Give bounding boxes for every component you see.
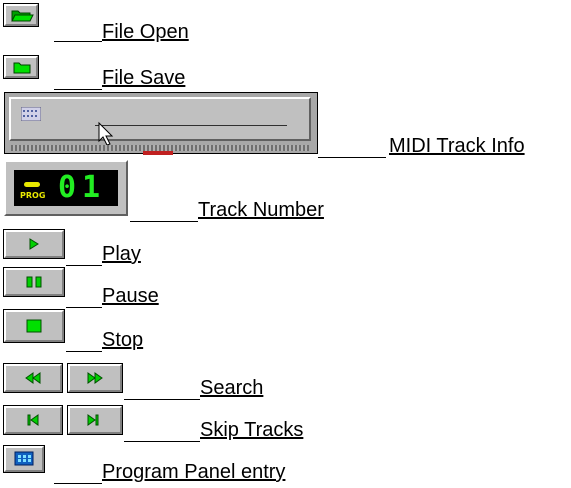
skip-forward-icon bbox=[87, 414, 99, 426]
rewind-icon bbox=[25, 372, 41, 384]
lcd-digits: 01 bbox=[58, 170, 107, 205]
skip-tracks-label[interactable]: Skip Tracks bbox=[200, 419, 303, 441]
slider-marker bbox=[143, 151, 173, 155]
track-number-display: PROG 01 bbox=[4, 160, 128, 216]
search-row: Search bbox=[0, 362, 571, 402]
leader-line bbox=[54, 41, 102, 42]
folder-icon bbox=[13, 62, 31, 74]
stop-icon bbox=[26, 319, 42, 333]
file-save-button[interactable] bbox=[3, 55, 39, 79]
skip-tracks-row: Skip Tracks bbox=[0, 404, 571, 444]
mouse-cursor-icon bbox=[98, 121, 114, 146]
file-open-label[interactable]: File Open bbox=[102, 21, 189, 43]
stop-label[interactable]: Stop bbox=[102, 329, 143, 351]
leader-line bbox=[54, 89, 102, 90]
leader-line bbox=[66, 307, 102, 308]
rewind-button[interactable] bbox=[3, 363, 63, 393]
leader-line bbox=[318, 157, 386, 158]
pause-row: Pause bbox=[0, 267, 571, 308]
program-panel-label[interactable]: Program Panel entry bbox=[102, 461, 285, 483]
leader-line bbox=[66, 265, 102, 266]
track-number-row: PROG 01 Track Number bbox=[0, 160, 571, 224]
slider-track[interactable] bbox=[95, 125, 287, 126]
leader-line bbox=[124, 441, 200, 442]
stop-row: Stop bbox=[0, 309, 571, 354]
file-open-button[interactable] bbox=[3, 3, 39, 27]
leader-line bbox=[130, 221, 198, 222]
pause-icon bbox=[26, 276, 42, 288]
play-row: Play bbox=[0, 228, 571, 268]
lcd-screen: PROG 01 bbox=[14, 170, 118, 206]
pause-button[interactable] bbox=[3, 267, 65, 297]
skip-forward-button[interactable] bbox=[67, 405, 123, 435]
pause-label[interactable]: Pause bbox=[102, 285, 159, 307]
fast-forward-button[interactable] bbox=[67, 363, 123, 393]
stop-button[interactable] bbox=[3, 309, 65, 343]
play-button[interactable] bbox=[3, 229, 65, 259]
midi-track-slider[interactable] bbox=[4, 92, 318, 155]
slider-panel bbox=[9, 97, 311, 146]
play-icon bbox=[29, 238, 39, 250]
fast-forward-icon bbox=[87, 372, 103, 384]
lcd-prog-text: PROG bbox=[20, 191, 46, 200]
keyboard-icon bbox=[21, 107, 41, 121]
program-panel-icon bbox=[14, 451, 34, 466]
skip-back-icon bbox=[27, 414, 39, 426]
track-number-label[interactable]: Track Number bbox=[198, 199, 324, 221]
program-panel-row: Program Panel entry bbox=[0, 445, 571, 488]
file-save-row: File Save bbox=[0, 52, 571, 92]
file-save-label[interactable]: File Save bbox=[102, 67, 185, 89]
midi-track-info-label[interactable]: MIDI Track Info bbox=[389, 135, 525, 157]
leader-line bbox=[124, 399, 200, 400]
file-open-row: File Open bbox=[0, 0, 571, 43]
play-label[interactable]: Play bbox=[102, 243, 141, 265]
search-label[interactable]: Search bbox=[200, 377, 263, 399]
midi-track-info-row: MIDI Track Info bbox=[0, 92, 571, 160]
leader-line bbox=[54, 483, 102, 484]
leader-line bbox=[66, 351, 102, 352]
lcd-indicator bbox=[24, 182, 40, 187]
program-panel-button[interactable] bbox=[3, 445, 45, 473]
folder-open-icon bbox=[11, 10, 34, 22]
skip-back-button[interactable] bbox=[3, 405, 63, 435]
